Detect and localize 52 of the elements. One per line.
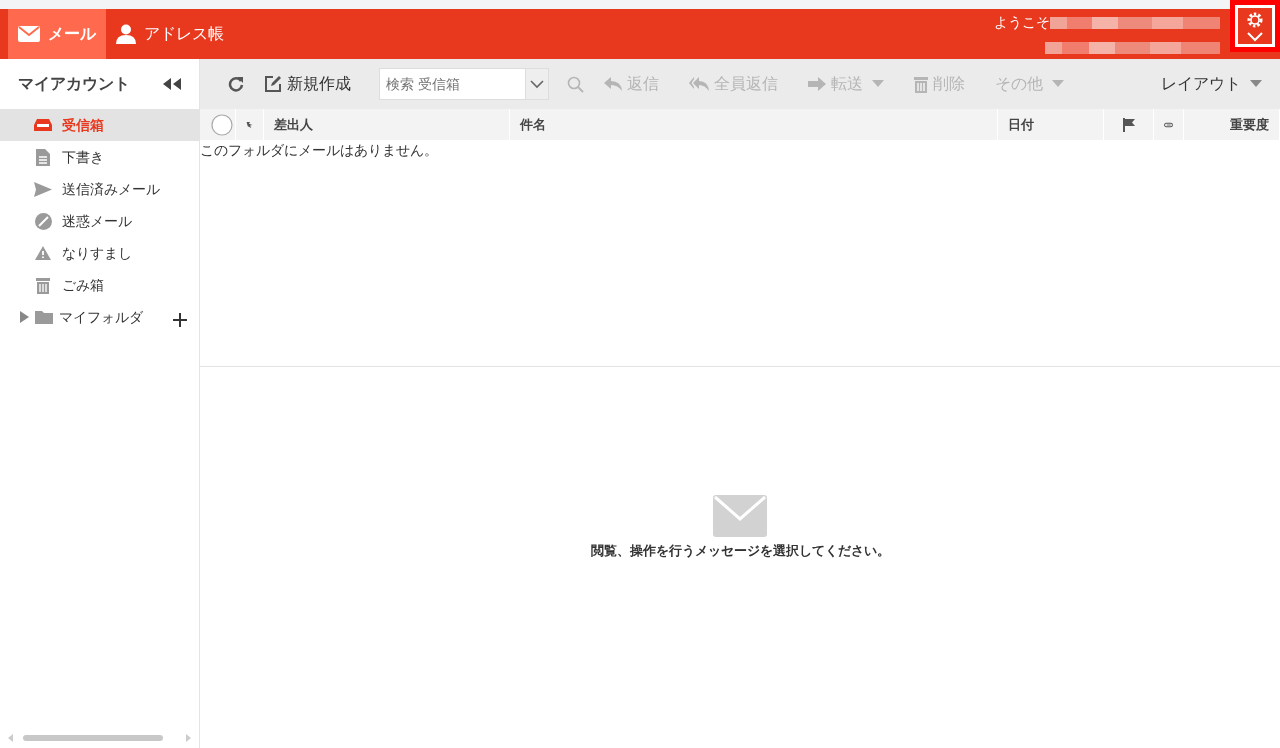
header-tab[interactable]: アドレス帳 <box>106 9 234 59</box>
add-icon[interactable] <box>173 313 187 327</box>
forward-icon <box>808 77 826 91</box>
inbox-icon <box>34 118 52 132</box>
column-header[interactable]: 日付 <box>1008 114 1034 135</box>
folder-item[interactable]: マイフォルダ <box>0 301 199 333</box>
warning-icon <box>35 246 51 260</box>
person-icon <box>116 24 136 44</box>
caret-right-icon[interactable] <box>20 311 29 323</box>
paperclip-icon <box>1164 120 1173 129</box>
draft-icon <box>36 148 50 166</box>
welcome-text: ようこそ <box>994 14 1050 30</box>
caret-icon <box>872 80 884 88</box>
folder-item[interactable]: 下書き <box>0 141 199 173</box>
folder-icon <box>35 310 53 324</box>
replyall-icon <box>689 77 709 91</box>
envelope-icon <box>713 494 767 537</box>
block-icon <box>34 212 52 230</box>
caret-icon <box>1250 80 1262 88</box>
folder-item[interactable]: ごみ箱 <box>0 269 199 301</box>
collapse-icon[interactable] <box>163 78 181 90</box>
trash-icon <box>914 75 928 93</box>
column-header[interactable]: 件名 <box>520 114 546 135</box>
folder-item[interactable]: 送信済みメール <box>0 173 199 205</box>
empty-message: このフォルダにメールはありません。 <box>200 141 438 160</box>
scroll-left-icon[interactable] <box>8 734 13 742</box>
envelope-icon <box>18 26 40 42</box>
sidebar-title: マイアカウント <box>18 73 130 95</box>
refresh-icon <box>228 76 244 92</box>
scroll-right-icon[interactable] <box>186 734 191 742</box>
reply-icon <box>604 77 622 91</box>
flag-icon <box>1122 117 1135 132</box>
folder-item[interactable]: なりすまし <box>0 237 199 269</box>
settings-icon <box>1246 10 1264 29</box>
settings-button[interactable] <box>1230 0 1280 52</box>
dropdown-button[interactable]: レイアウト <box>1153 68 1270 100</box>
toolbar-button[interactable]: 新規作成 <box>256 68 359 100</box>
send-icon <box>34 181 52 197</box>
chevron-down-icon <box>530 79 544 89</box>
preview-message: 閲覧、操作を行うメッセージを選択してください。 <box>590 541 890 560</box>
scrollbar-thumb[interactable] <box>23 735 163 741</box>
column-header[interactable]: 差出人 <box>274 114 313 135</box>
search-scope-dropdown[interactable] <box>525 68 549 100</box>
trash-icon <box>36 276 50 294</box>
search-field[interactable]: 検索 受信箱 <box>379 68 525 100</box>
select-all-checkbox[interactable] <box>211 113 233 136</box>
column-header[interactable]: 重要度 <box>1230 114 1269 135</box>
chevron-down-icon <box>1247 31 1263 42</box>
caret-icon <box>1052 80 1064 88</box>
search-icon <box>567 75 584 93</box>
folder-item[interactable]: 迷惑メール <box>0 205 199 237</box>
compose-icon <box>264 75 282 93</box>
